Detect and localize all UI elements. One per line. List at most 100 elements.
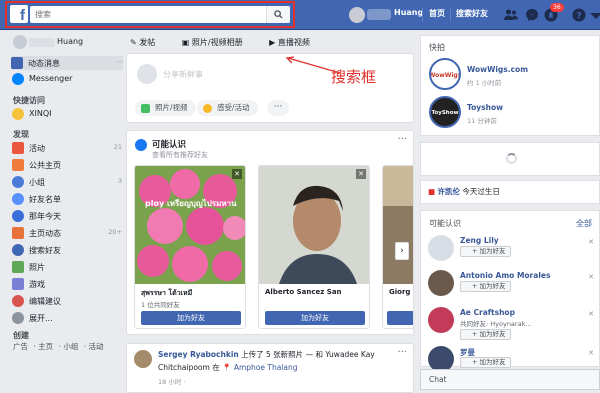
annotation-label: 搜索框 bbox=[331, 68, 377, 86]
user-name[interactable]: Huang bbox=[57, 37, 83, 46]
suggestion-card[interactable]: ploy เหรียญบุญไปรมหาน ✕ สุพรรษา โต้วเหมี… bbox=[134, 165, 246, 329]
user-avatar[interactable] bbox=[13, 35, 27, 49]
dismiss-icon[interactable]: ✕ bbox=[588, 238, 594, 246]
author-avatar[interactable] bbox=[134, 350, 152, 368]
notification-badge: 36 bbox=[550, 3, 564, 12]
create-event-link[interactable]: · 活动 bbox=[84, 342, 104, 351]
tab-post[interactable]: ✎ 发帖 bbox=[130, 38, 167, 47]
sidebar-item-events[interactable]: 活动 21 bbox=[12, 141, 122, 155]
location-pin-icon bbox=[12, 295, 24, 307]
post-menu[interactable]: ··· bbox=[397, 347, 407, 358]
add-friend-button[interactable]: 加为好友 bbox=[265, 311, 365, 325]
suggestion-name[interactable]: Giorg bbox=[389, 288, 410, 296]
next-arrow-button[interactable]: › bbox=[395, 242, 409, 260]
story-time: 约 1 小时前 bbox=[467, 79, 502, 87]
dismiss-icon[interactable]: ✕ bbox=[588, 273, 594, 281]
person-name[interactable]: Zeng Lily bbox=[460, 236, 499, 245]
create-ad-link[interactable]: 广告 bbox=[13, 342, 28, 351]
location-link[interactable]: Amphoe Thalang bbox=[234, 363, 298, 372]
nav-divider bbox=[422, 8, 423, 22]
sidebar-item-shortcut[interactable]: XINQI bbox=[12, 107, 122, 121]
photo-video-button[interactable]: 照片/视频 bbox=[135, 100, 196, 116]
photos-icon bbox=[12, 261, 24, 273]
suggested-person[interactable]: Ae Craftshop 共同好友: Hyoynarak... + 加为好友 ✕ bbox=[428, 307, 598, 340]
sidebar-item-find-friends[interactable]: 搜索好友 bbox=[12, 243, 122, 257]
svg-text:WowWigs: WowWigs bbox=[431, 72, 459, 79]
sidebar-item-memories[interactable]: 那年今天 bbox=[12, 209, 122, 223]
shortcut-icon bbox=[12, 108, 24, 120]
smiley-icon bbox=[203, 104, 212, 113]
tab-live-video[interactable]: ▶ 直播视频 bbox=[269, 38, 322, 47]
profile-link[interactable]: Huang bbox=[394, 8, 423, 17]
more-button[interactable]: ··· bbox=[267, 100, 289, 116]
svg-text:ToyShow: ToyShow bbox=[431, 110, 458, 116]
chat-label: Chat bbox=[429, 375, 447, 384]
sidebar-item-label: 好友名单 bbox=[29, 195, 61, 204]
messenger-icon[interactable] bbox=[524, 7, 540, 23]
sidebar-item-pages[interactable]: 公共主页 bbox=[12, 158, 122, 172]
story-item[interactable]: WowWigs WowWigs.com 约 1 小时前 bbox=[429, 58, 594, 92]
story-item[interactable]: ToyShow Toyshow 11 分钟前 bbox=[429, 96, 594, 130]
add-friend-button[interactable]: + 加为好友 bbox=[460, 329, 511, 340]
birthday-reminder[interactable]: ■ 许凯伦 今天过生日 bbox=[428, 186, 500, 197]
composer-input[interactable]: 分享新鲜事 bbox=[163, 69, 203, 80]
sidebar-item-suggest-edits[interactable]: 编辑建议 bbox=[12, 294, 122, 308]
create-links: 广告 · 主页 · 小组 · 活动 bbox=[13, 341, 107, 352]
tagged-person[interactable]: Chitchaipoom 在 bbox=[158, 363, 220, 372]
friend-requests-icon[interactable] bbox=[503, 7, 519, 23]
sidebar-item-photos[interactable]: 照片 bbox=[12, 260, 122, 274]
dismiss-icon[interactable]: ✕ bbox=[588, 310, 594, 318]
button-label: 感受/活动 bbox=[217, 103, 250, 112]
sidebar-item-label: XINQI bbox=[29, 109, 52, 118]
suggestion-name[interactable]: สุพรรษา โต้วเหมี bbox=[141, 288, 192, 299]
tab-photo-album[interactable]: ▣ 照片/视频相册 bbox=[182, 38, 255, 47]
home-link[interactable]: 首页 bbox=[429, 8, 445, 19]
find-friends-icon bbox=[12, 244, 24, 256]
help-icon[interactable]: ? bbox=[571, 7, 587, 23]
stories-card: 快拍 WowWigs WowWigs.com 约 1 小时前 ToyShow T… bbox=[420, 35, 600, 136]
sidebar-item-news-feed[interactable]: 动态消息 ··· bbox=[11, 56, 123, 70]
suggested-person[interactable]: Antonio Amo Morales + 加为好友 ✕ bbox=[428, 270, 598, 300]
more-options[interactable]: ··· bbox=[117, 58, 123, 66]
profile-avatar[interactable] bbox=[349, 7, 365, 23]
sidebar-item-friend-lists[interactable]: 好友名单 bbox=[12, 192, 122, 206]
nav-divider bbox=[450, 8, 451, 22]
suggested-person[interactable]: Zeng Lily + 加为好友 ✕ bbox=[428, 235, 598, 265]
see-all-link[interactable]: 全部 bbox=[576, 218, 592, 229]
add-friend-button[interactable]: + 加为好友 bbox=[460, 281, 511, 292]
suggestion-name[interactable]: Alberto Sancez San bbox=[265, 288, 342, 296]
dismiss-icon[interactable]: ✕ bbox=[588, 349, 594, 357]
person-name[interactable]: Antonio Amo Morales bbox=[460, 271, 550, 280]
sidebar-item-messenger[interactable]: Messenger bbox=[12, 72, 122, 86]
suggestion-card[interactable]: ✕ Alberto Sancez San 加为好友 bbox=[258, 165, 370, 329]
find-friends-link[interactable]: 搜索好友 bbox=[456, 8, 488, 19]
person-name[interactable]: Ae Craftshop bbox=[460, 308, 515, 317]
sidebar-item-label: 编辑建议 bbox=[29, 297, 61, 306]
button-label: 加为好友 bbox=[479, 330, 506, 338]
add-friend-button[interactable]: + 加为好友 bbox=[460, 246, 511, 257]
groups-icon bbox=[12, 176, 24, 188]
add-friend-button[interactable] bbox=[387, 311, 413, 325]
blurred-name bbox=[29, 38, 55, 47]
post-timestamp[interactable]: 18 小时 · bbox=[158, 376, 185, 386]
sidebar-item-pages-feed[interactable]: 主页动态 20+ bbox=[12, 226, 122, 240]
account-menu-icon[interactable] bbox=[588, 7, 600, 23]
create-page-link[interactable]: · 主页 bbox=[33, 342, 53, 351]
see-all-link[interactable]: 查看所有推荐好友 bbox=[152, 150, 208, 160]
item-count: 20+ bbox=[108, 228, 122, 236]
sidebar-item-games[interactable]: 游戏 bbox=[12, 277, 122, 291]
suggested-person[interactable]: 罗曼 + 加为好友 ✕ bbox=[428, 346, 598, 372]
author-name[interactable]: Sergey Ryabochkin bbox=[158, 350, 239, 359]
sidebar-item-see-more[interactable]: 展开... bbox=[12, 311, 122, 325]
add-friend-button[interactable]: 加为好友 bbox=[141, 311, 241, 325]
card-menu[interactable]: ··· bbox=[397, 134, 407, 145]
dismiss-button[interactable]: ✕ bbox=[356, 169, 366, 179]
explore-heading: 发现 bbox=[13, 130, 29, 139]
profile-photo-man bbox=[259, 166, 369, 284]
feeling-activity-button[interactable]: 感受/活动 bbox=[197, 100, 258, 116]
create-group-link[interactable]: · 小组 bbox=[59, 342, 79, 351]
dismiss-button[interactable]: ✕ bbox=[232, 169, 242, 179]
chat-bar[interactable]: Chat bbox=[420, 369, 600, 390]
sidebar-item-groups[interactable]: 小组 3 bbox=[12, 175, 122, 189]
add-friend-button[interactable]: + 加为好友 bbox=[460, 357, 511, 368]
